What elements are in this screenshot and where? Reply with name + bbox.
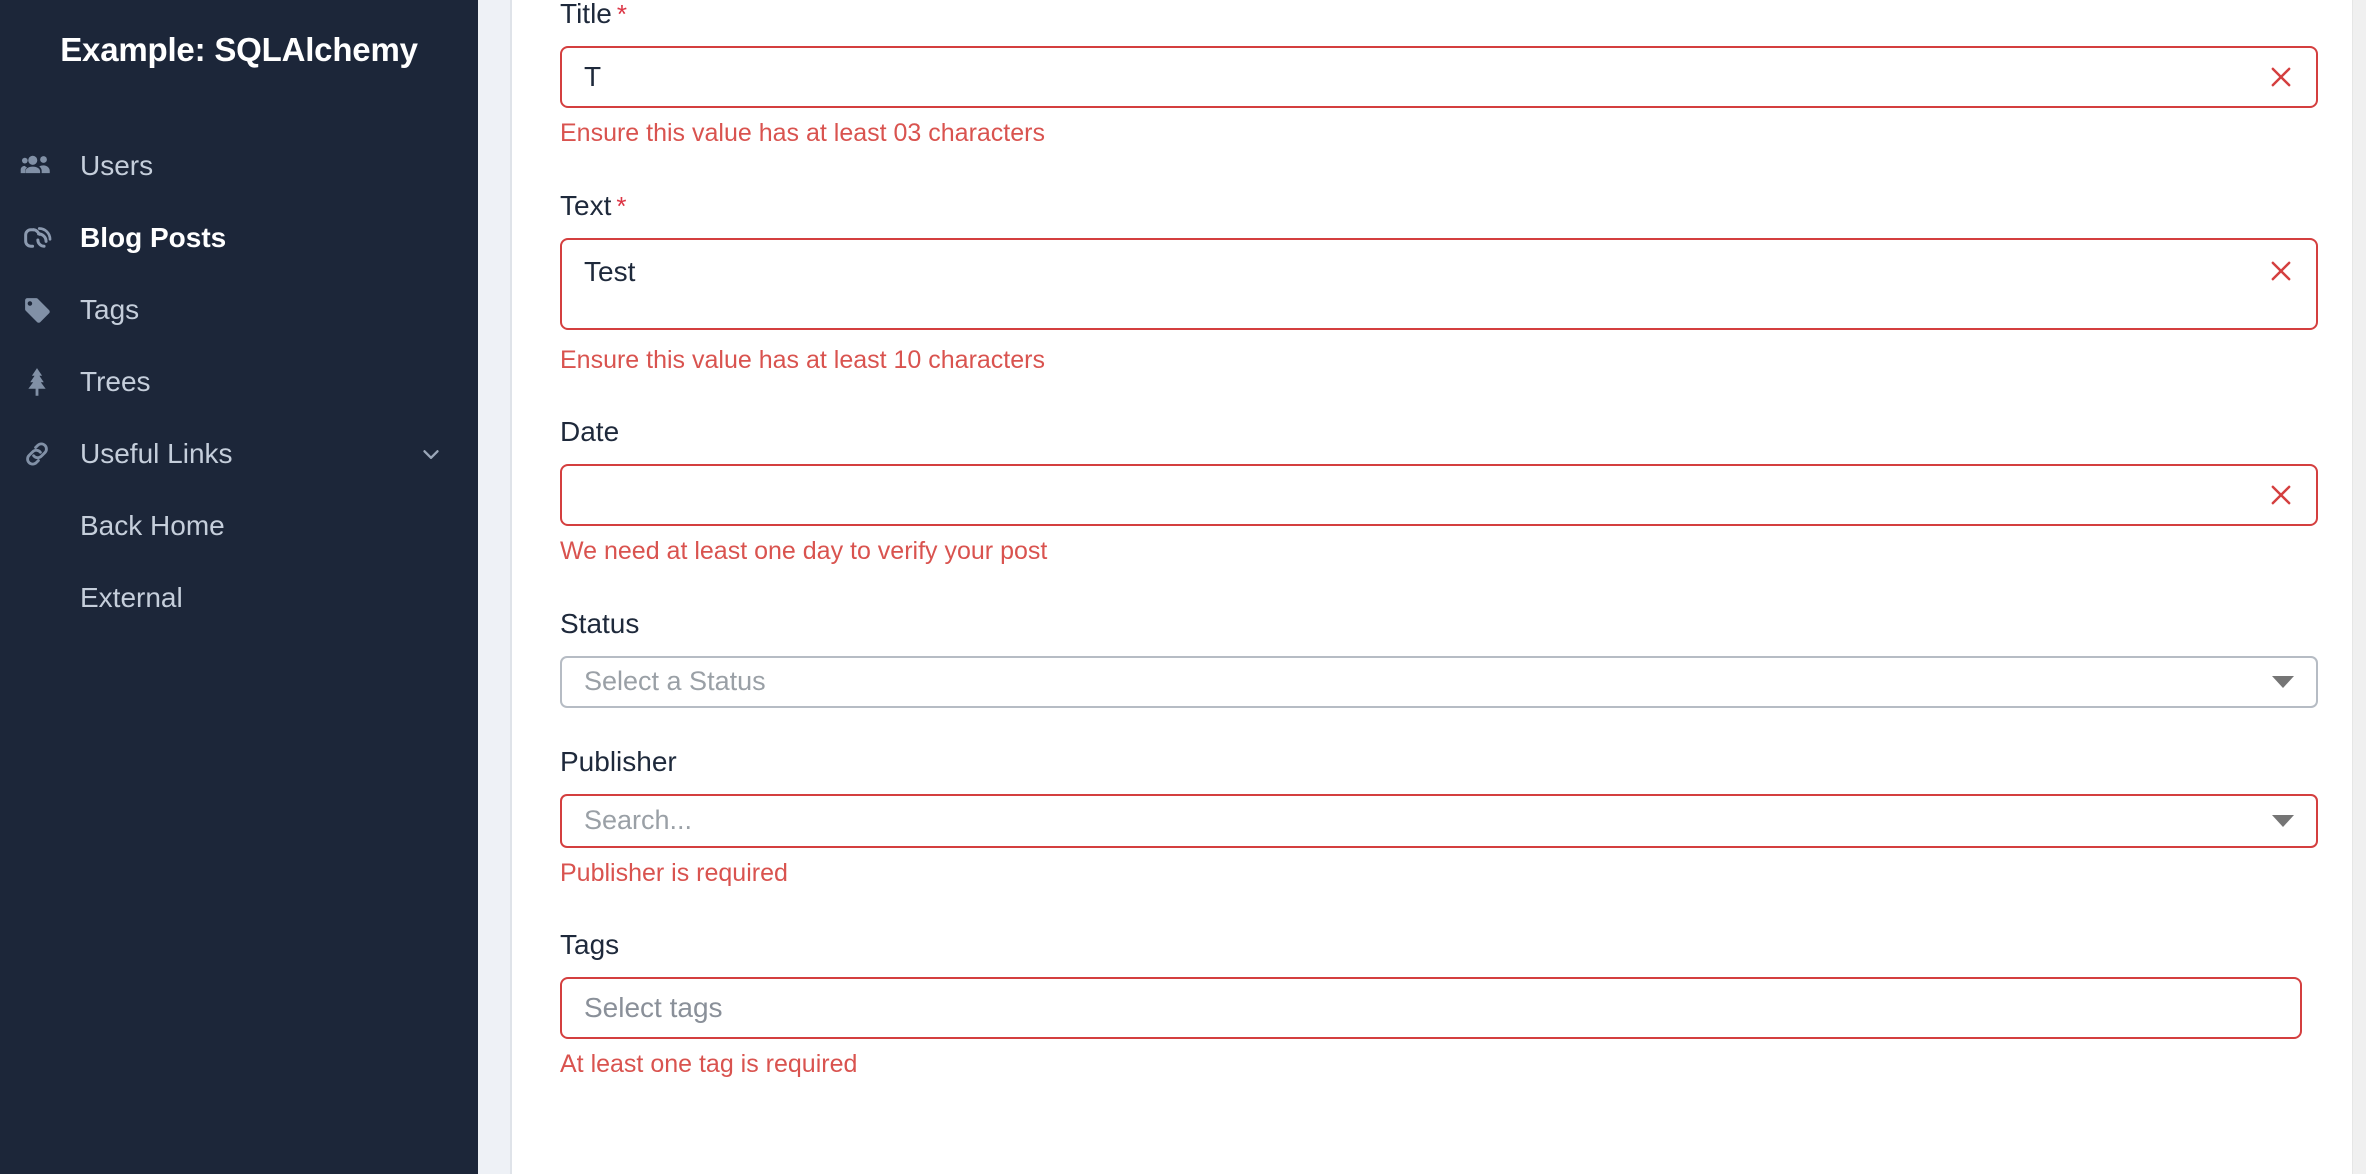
publisher-search-select[interactable]: Search... xyxy=(560,793,2318,848)
sidebar-nav: Users Blog Posts Tags Trees Useful Links… xyxy=(0,130,478,634)
pine-tree-icon xyxy=(20,365,68,399)
field-text: Text* Ensure this value has at least 10 … xyxy=(560,189,2318,375)
text-label: Text * xyxy=(560,189,2318,221)
status-label: Status xyxy=(560,607,640,639)
tags-error: At least one tag is required xyxy=(560,1050,858,1078)
title-error: Ensure this value has at least 03 charac… xyxy=(560,119,1045,147)
field-date: Date We need at least one day to verify … xyxy=(560,418,2318,566)
users-group-icon xyxy=(20,149,68,183)
page-scrollbar[interactable] xyxy=(2352,0,2366,1174)
brand-title: Example: SQLAlchemy xyxy=(60,31,418,68)
sidebar-item-label: Trees xyxy=(80,366,151,397)
app-root: Example: SQLAlchemy Users Blog Posts Tag… xyxy=(0,0,2366,1174)
required-marker: * xyxy=(616,190,627,221)
title-label-text: Title xyxy=(560,0,612,29)
sidebar-item-label: Users xyxy=(80,150,154,181)
tags-label: Tags xyxy=(560,929,620,960)
sidebar-item-blog-posts[interactable]: Blog Posts xyxy=(0,202,478,274)
clear-title-icon[interactable] xyxy=(2266,62,2296,92)
sidebar-subitem-label: External xyxy=(80,582,183,613)
publisher-select-wrap: Search... xyxy=(560,793,2318,848)
publisher-label: Publisher xyxy=(560,745,677,777)
sidebar-item-users[interactable]: Users xyxy=(0,130,478,202)
title-input[interactable] xyxy=(560,46,2318,108)
blog-post-form: Title* Ensure this value has at least 03… xyxy=(512,0,2366,1079)
field-status: Status Select a Status xyxy=(560,607,2318,708)
tags-multiselect[interactable]: Select tags xyxy=(560,977,2303,1039)
date-label: Date xyxy=(560,416,620,447)
date-input-wrap xyxy=(560,464,2318,526)
link-chain-icon xyxy=(20,437,68,471)
tag-icon xyxy=(20,293,68,327)
status-select[interactable]: Select a Status xyxy=(560,655,2318,708)
sidebar-item-label: Tags xyxy=(80,294,140,325)
clear-text-icon[interactable] xyxy=(2266,256,2296,286)
blogger-b-icon xyxy=(20,221,68,255)
sidebar-content-gutter xyxy=(478,0,512,1174)
sidebar-subitem-back-home[interactable]: Back Home xyxy=(0,490,478,562)
title-label: Title * xyxy=(560,0,2318,28)
brand-header: Example: SQLAlchemy xyxy=(0,0,478,100)
field-publisher: Publisher Search... Publisher is require… xyxy=(560,745,2318,888)
sidebar-item-trees[interactable]: Trees xyxy=(0,346,478,418)
publisher-error: Publisher is required xyxy=(560,858,788,887)
status-placeholder: Select a Status xyxy=(584,666,766,696)
text-textarea[interactable] xyxy=(560,237,2318,330)
field-title: Title* Ensure this value has at least 03… xyxy=(560,0,2318,148)
date-input[interactable] xyxy=(560,464,2318,526)
status-select-wrap: Select a Status xyxy=(560,655,2318,708)
sidebar-item-label: Blog Posts xyxy=(80,222,227,253)
publisher-placeholder: Search... xyxy=(584,805,693,835)
title-input-wrap xyxy=(560,46,2318,108)
text-label-text: Text xyxy=(560,189,612,221)
sidebar-subitem-label: Back Home xyxy=(80,510,225,541)
field-tags: Tags Select tags At least one tag is req… xyxy=(560,931,2318,1079)
sidebar: Example: SQLAlchemy Users Blog Posts Tag… xyxy=(0,0,478,1174)
main-content: Title* Ensure this value has at least 03… xyxy=(512,0,2366,1174)
tags-placeholder: Select tags xyxy=(584,992,723,1023)
sidebar-subitem-external[interactable]: External xyxy=(0,562,478,634)
chevron-down-icon[interactable] xyxy=(418,441,444,467)
date-error: We need at least one day to verify your … xyxy=(560,537,1048,565)
text-input-wrap xyxy=(560,237,2318,335)
clear-date-icon[interactable] xyxy=(2266,480,2296,510)
sidebar-item-label: Useful Links xyxy=(80,438,233,469)
sidebar-item-useful-links[interactable]: Useful Links xyxy=(0,418,478,490)
text-error: Ensure this value has at least 10 charac… xyxy=(560,345,1045,374)
sidebar-item-tags[interactable]: Tags xyxy=(0,274,478,346)
required-marker: * xyxy=(616,0,627,29)
